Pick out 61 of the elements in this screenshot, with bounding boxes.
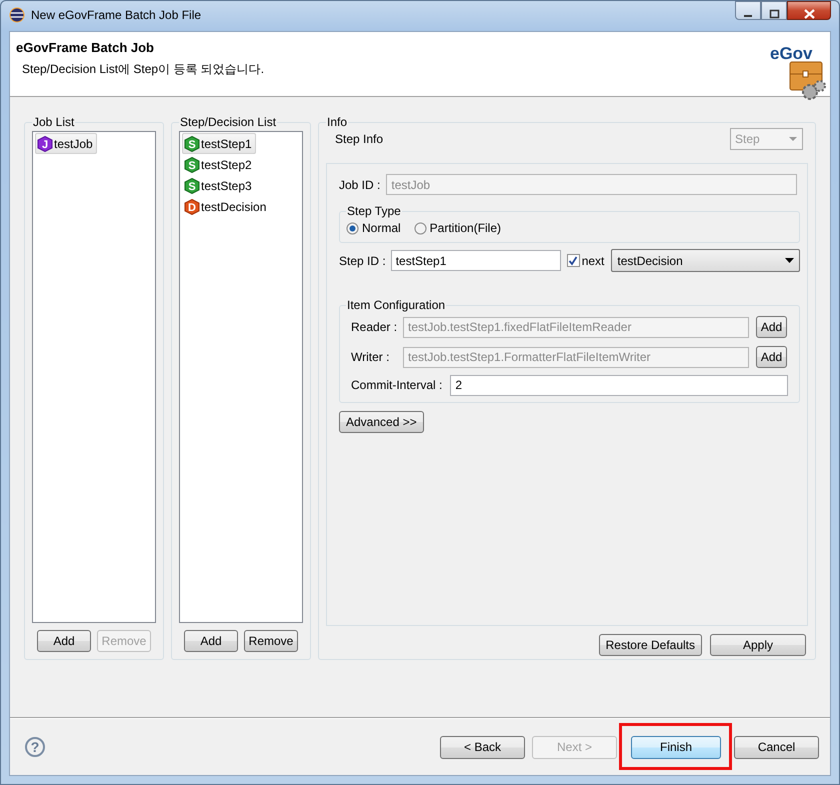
remove-button[interactable]: Remove (244, 630, 298, 652)
field-label: Job ID : (339, 178, 380, 192)
type-badge: J (37, 136, 53, 152)
group-label: Job List (32, 115, 76, 129)
window-title: New eGovFrame Batch Job File (31, 8, 202, 22)
maximize-icon (768, 8, 780, 18)
checkbox[interactable] (566, 254, 580, 267)
close-icon (804, 8, 814, 18)
add-button[interactable]: Add (756, 346, 787, 368)
commit-interval-field[interactable]: 2 (450, 374, 788, 396)
restore-defaults-button[interactable]: Restore Defaults (598, 634, 702, 656)
page-message: Step/Decision List에 Step이 등록 되었습니다. (21, 61, 264, 78)
radio-button[interactable] (414, 222, 427, 234)
step-id-field[interactable]: testStep1 (390, 250, 561, 271)
minimize-button[interactable] (735, 1, 761, 20)
section-title: Step Info (335, 132, 384, 146)
add-button[interactable]: Add (184, 630, 238, 652)
add-button[interactable]: Add (756, 316, 787, 338)
item-label: testStep2 (201, 158, 252, 172)
list-item[interactable]: S testStep2 (182, 154, 256, 175)
dropdown-arrow-icon (785, 258, 794, 263)
group-label: Item Configuration (346, 298, 446, 312)
type-badge: S (184, 136, 200, 152)
item-label: testStep1 (201, 136, 252, 150)
maximize-button[interactable] (761, 1, 787, 20)
help-icon[interactable]: ? (25, 737, 45, 757)
type-badge: S (184, 178, 200, 194)
option-label: Partition(File) (430, 221, 502, 235)
list-item[interactable]: J testJob (35, 133, 97, 154)
type-badge: S (184, 156, 200, 172)
field-label: Step ID : (339, 254, 386, 268)
next-dropdown[interactable]: testDecision (611, 249, 800, 272)
radio-button[interactable] (346, 222, 359, 234)
dropdown-arrow-icon (788, 136, 798, 142)
item-list[interactable]: J testJob (32, 131, 156, 623)
egov-logo: eGov (768, 40, 828, 102)
group-label: Step Type (346, 204, 402, 218)
item-label: testDecision (201, 200, 266, 214)
field-label: Writer : (350, 350, 390, 364)
list-item[interactable]: S testStep3 (182, 175, 256, 196)
checkbox-label: next (582, 254, 604, 268)
page-title: eGovFrame Batch Job (16, 40, 155, 55)
finish-button[interactable]: Finish (631, 736, 721, 758)
type-badge: D (184, 198, 200, 214)
back-button[interactable]: < Back (440, 736, 525, 758)
add-button[interactable]: Add (37, 630, 91, 652)
group-label: Step/Decision List (179, 115, 278, 129)
item-label: testJob (54, 136, 93, 150)
option-label: Normal (362, 221, 401, 235)
cancel-button[interactable]: Cancel (734, 736, 819, 758)
group-label: Info (326, 115, 348, 129)
field-label: Commit-Interval : (350, 378, 444, 392)
app-icon (9, 7, 25, 23)
advanced-button[interactable]: Advanced >> (339, 411, 424, 433)
field-label: Reader : (350, 320, 398, 334)
apply-button[interactable]: Apply (710, 634, 806, 656)
item-label: testStep3 (201, 178, 252, 192)
list-item[interactable]: D testDecision (182, 196, 270, 217)
list-item[interactable]: S testStep1 (182, 133, 256, 154)
close-button[interactable] (787, 1, 831, 20)
item-list[interactable]: S testStep1 S testStep2 S testStep3 D testDecision (179, 131, 303, 623)
